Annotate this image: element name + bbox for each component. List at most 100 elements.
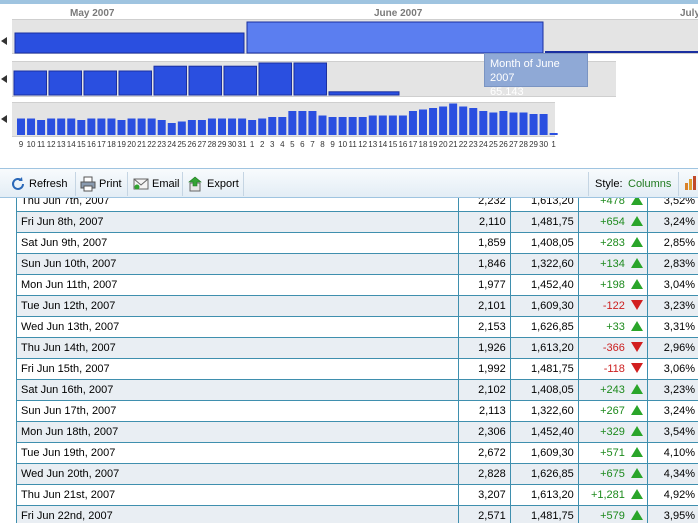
day-bar[interactable] (318, 115, 327, 136)
print-button[interactable]: Print (80, 173, 122, 195)
day-bar[interactable] (348, 117, 357, 135)
email-button[interactable]: Email (133, 173, 180, 195)
table-row[interactable]: Mon Jun 18th, 2007 2,306 1,452,40 +329 3… (16, 421, 698, 443)
week-bar[interactable] (83, 70, 117, 96)
day-bar[interactable] (67, 118, 76, 136)
table-row[interactable]: Wed Jun 20th, 2007 2,828 1,626,85 +675 4… (16, 463, 698, 485)
timeline-navigator[interactable]: May 2007 June 2007 July 9 10 11 12 13 14 15 16 1… (0, 0, 698, 165)
day-bar[interactable] (57, 118, 66, 136)
day-bar[interactable] (338, 117, 347, 135)
count-cell: 2,153 (457, 316, 511, 338)
day-bar[interactable] (519, 112, 528, 136)
week-bar[interactable] (223, 65, 257, 96)
week-bar[interactable] (258, 62, 292, 96)
day-tick-label: 12 (358, 140, 367, 149)
day-bar[interactable] (127, 118, 136, 136)
day-bar[interactable] (388, 115, 397, 136)
day-bar[interactable] (419, 109, 427, 136)
day-bar[interactable] (27, 118, 36, 136)
week-bar[interactable] (293, 62, 327, 96)
day-bar[interactable] (368, 115, 377, 136)
day-bar[interactable] (47, 118, 56, 136)
month-bar-june-selected[interactable] (246, 21, 544, 54)
day-bar[interactable] (157, 120, 166, 135)
day-bar[interactable] (207, 118, 216, 136)
day-bar[interactable] (97, 118, 106, 136)
day-bar[interactable] (288, 111, 297, 135)
table-row[interactable]: Thu Jun 14th, 2007 1,926 1,613,20 -366 2… (16, 337, 698, 359)
toolbar-separator (243, 172, 244, 196)
style-selector[interactable]: Columns (628, 178, 671, 190)
week-bar[interactable] (48, 70, 82, 96)
day-bar[interactable] (278, 117, 287, 135)
day-bar[interactable] (77, 120, 86, 135)
table-row[interactable]: Thu Jun 21st, 2007 3,207 1,613,20 +1,281… (16, 484, 698, 506)
day-bar[interactable] (398, 115, 407, 136)
table-row[interactable]: Thu Jun 7th, 2007 2,232 1,613,20 +478 3,… (16, 198, 698, 212)
day-bar[interactable] (479, 111, 488, 135)
table-row[interactable]: Fri Jun 8th, 2007 2,110 1,481,75 +654 3,… (16, 211, 698, 233)
day-bar[interactable] (117, 120, 126, 135)
change-value: -122 (602, 300, 625, 312)
refresh-button[interactable]: Refresh (10, 173, 68, 195)
week-bar[interactable] (153, 65, 187, 96)
day-bar[interactable] (268, 117, 277, 135)
week-bar[interactable] (188, 65, 222, 96)
day-bar[interactable] (459, 106, 468, 136)
day-bar[interactable] (549, 133, 558, 135)
day-bar[interactable] (539, 114, 548, 135)
week-bar[interactable] (328, 91, 400, 96)
day-bar[interactable] (177, 121, 186, 136)
day-bar[interactable] (298, 111, 307, 135)
table-row[interactable]: Fri Jun 22nd, 2007 2,571 1,481,75 +579 3… (16, 505, 698, 523)
week-bar[interactable] (118, 70, 152, 96)
table-row[interactable]: Wed Jun 13th, 2007 2,153 1,626,85 +33 3,… (16, 316, 698, 338)
percent-cell: 3,52% (646, 198, 698, 212)
up-arrow-icon (630, 321, 643, 331)
table-row[interactable]: Tue Jun 19th, 2007 2,672 1,609,30 +571 4… (16, 442, 698, 464)
day-bar[interactable] (197, 120, 206, 135)
table-row[interactable]: Fri Jun 15th, 2007 1,992 1,481,75 -118 3… (16, 358, 698, 380)
day-bar[interactable] (218, 118, 226, 136)
day-bar[interactable] (509, 112, 518, 136)
day-bar[interactable] (308, 111, 317, 135)
day-bar[interactable] (167, 123, 176, 135)
day-bar[interactable] (238, 118, 247, 136)
table-row[interactable]: Sat Jun 16th, 2007 2,102 1,408,05 +243 3… (16, 379, 698, 401)
day-bar[interactable] (147, 118, 156, 136)
change-cell: +478 (577, 198, 648, 212)
table-row[interactable]: Tue Jun 12th, 2007 2,101 1,609,30 -122 3… (16, 295, 698, 317)
table-row[interactable]: Mon Jun 11th, 2007 1,977 1,452,40 +198 3… (16, 274, 698, 296)
day-bar[interactable] (489, 112, 498, 136)
day-bar[interactable] (87, 118, 96, 136)
day-bar[interactable] (37, 120, 46, 135)
day-bar[interactable] (328, 117, 337, 135)
day-bar[interactable] (228, 118, 237, 136)
week-bar[interactable] (13, 70, 47, 96)
day-bar[interactable] (449, 103, 458, 136)
change-cell: +243 (577, 379, 648, 401)
day-bar[interactable] (408, 111, 417, 135)
day-bar[interactable] (429, 108, 438, 135)
day-bar[interactable] (439, 106, 448, 136)
timeline-bars[interactable]: 9 10 11 12 13 14 15 16 17 18 19 20 21 22 23 24 25 26 27 28 2… (0, 0, 698, 165)
day-bar[interactable] (529, 114, 538, 135)
day-bar[interactable] (358, 117, 367, 135)
day-bar[interactable] (107, 118, 116, 136)
day-bar[interactable] (187, 120, 196, 135)
day-bar[interactable] (258, 118, 267, 136)
export-button[interactable]: Export (188, 173, 239, 195)
day-bar[interactable] (17, 118, 25, 136)
day-bar[interactable] (248, 120, 257, 135)
day-bar[interactable] (469, 108, 478, 135)
month-bar-may[interactable] (14, 32, 245, 54)
table-row[interactable]: Sat Jun 9th, 2007 1,859 1,408,05 +283 2,… (16, 232, 698, 254)
change-value: +283 (600, 237, 625, 249)
day-bar[interactable] (499, 111, 508, 135)
day-bar[interactable] (378, 115, 387, 136)
table-row[interactable]: Sun Jun 17th, 2007 2,113 1,322,60 +267 3… (16, 400, 698, 422)
chart-settings-icon[interactable] (684, 175, 698, 191)
count-cell: 2,110 (457, 211, 511, 233)
day-bar[interactable] (137, 118, 146, 136)
table-row[interactable]: Sun Jun 10th, 2007 1,846 1,322,60 +134 2… (16, 253, 698, 275)
